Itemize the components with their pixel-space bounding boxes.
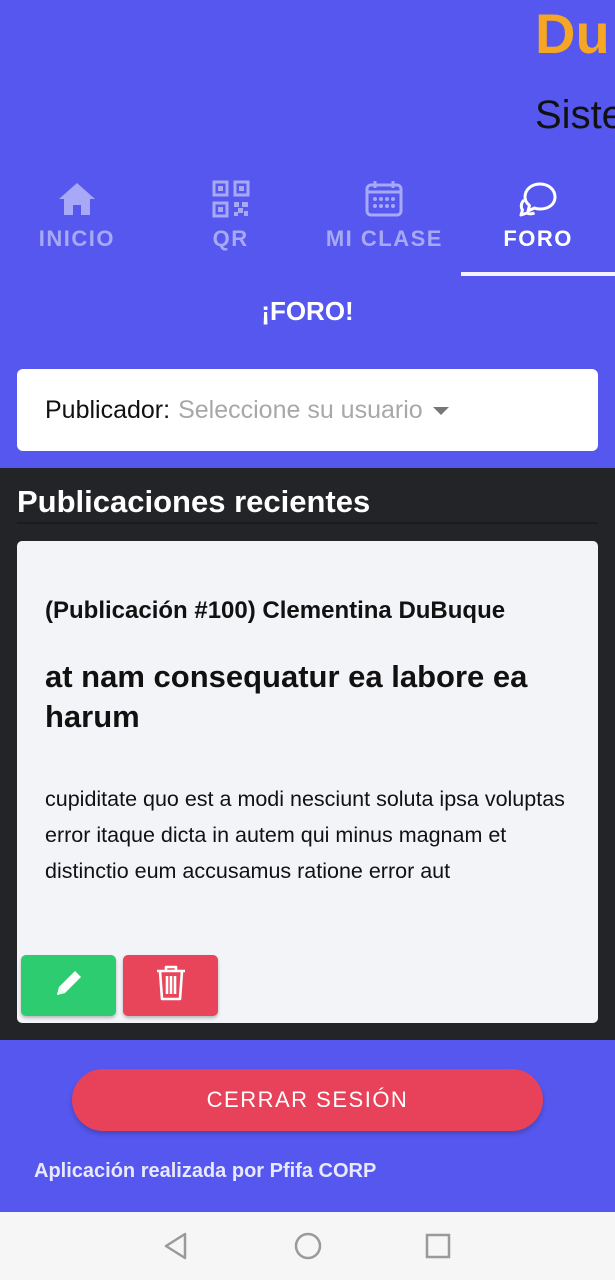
- home-icon: [57, 180, 97, 218]
- tab-label: QR: [212, 226, 249, 251]
- back-icon[interactable]: [160, 1230, 192, 1262]
- qr-code-icon: [211, 180, 251, 218]
- tab-foro[interactable]: FORO: [461, 160, 615, 278]
- tab-inicio[interactable]: INICIO: [0, 160, 154, 278]
- recents-icon[interactable]: [422, 1230, 454, 1262]
- tab-mi-clase[interactable]: MI CLASE: [308, 160, 462, 278]
- delete-post-button[interactable]: [123, 955, 218, 1016]
- tab-label: MI CLASE: [325, 226, 443, 251]
- post-author: (Publicación #100) Clementina DuBuque: [45, 597, 506, 624]
- app-subtitle: Siste: [535, 93, 615, 137]
- page-title: ¡FORO!: [261, 296, 354, 326]
- recent-posts-section: Publicaciones recientes (Publicación #10…: [0, 468, 615, 1040]
- publisher-select[interactable]: Publicador: Seleccione su usuario: [17, 369, 598, 451]
- post-body: cupiditate quo est a modi nesciunt solut…: [45, 787, 565, 883]
- tab-label: FORO: [503, 226, 573, 251]
- logout-button[interactable]: CERRAR SESIÓN: [72, 1069, 543, 1131]
- chevron-down-icon: [432, 407, 449, 415]
- chat-bubbles-icon: [518, 180, 558, 218]
- tab-bar: INICIO QR MI CLASE FORO: [0, 160, 615, 278]
- home-circle-icon[interactable]: [292, 1230, 324, 1262]
- footer-credit: Aplicación realizada por Pfifa CORP: [34, 1160, 377, 1182]
- tab-active-indicator: [461, 272, 615, 276]
- publisher-placeholder: Seleccione su usuario: [178, 395, 423, 424]
- post-card: (Publicación #100) Clementina DuBuque at…: [17, 541, 598, 1023]
- calendar-icon: [364, 180, 404, 218]
- recent-posts-heading: Publicaciones recientes: [17, 484, 598, 524]
- app-header: Du Siste: [0, 0, 615, 160]
- publisher-label: Publicador:: [45, 395, 171, 424]
- app-brand-title: Du: [535, 2, 610, 65]
- tab-label: INICIO: [38, 226, 115, 251]
- trash-icon: [154, 964, 188, 1007]
- pencil-icon: [51, 965, 87, 1006]
- tab-qr[interactable]: QR: [154, 160, 308, 278]
- post-title: at nam consequatur ea labore ea harum: [45, 659, 528, 734]
- edit-post-button[interactable]: [21, 955, 116, 1016]
- android-nav-bar: [0, 1212, 615, 1280]
